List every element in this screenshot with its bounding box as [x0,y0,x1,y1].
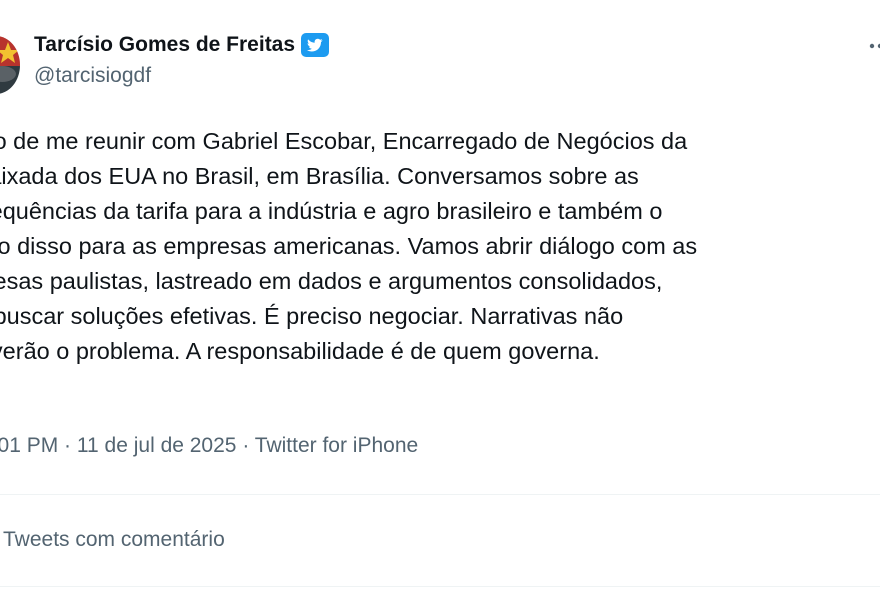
tweet-text-line: resolverão o problema. A responsabilidad… [0,338,600,364]
tweet-date[interactable]: 11 de jul de 2025 [77,434,237,457]
tweet-view: Tarcísio Gomes de Freitas @tarcisiogdf A… [0,0,880,592]
tweet-metadata: 2:01 PM · 11 de jul de 2025 · Twitter fo… [0,434,418,458]
more-options-icon[interactable] [868,34,880,58]
tweet-time[interactable]: 2:01 PM [0,434,58,457]
author-name-row: Tarcísio Gomes de Freitas [34,30,330,60]
tweet-text-line: empresas paulistas, lastreado em dados e… [0,268,663,294]
author-block: Tarcísio Gomes de Freitas @tarcisiogdf [34,30,330,88]
avatar[interactable] [0,36,20,94]
tweet-text-line: para buscar soluções efetivas. É preciso… [0,303,624,329]
tweet-text-line: reflexo disso para as empresas americana… [0,233,698,259]
tweet-text-line: consequências da tarifa para a indústria… [0,198,663,224]
author-handle[interactable]: @tarcisiogdf [34,64,329,88]
author-display-name[interactable]: Tarcísio Gomes de Freitas [34,33,295,57]
avatar-image [0,36,20,94]
tweet-source[interactable]: Twitter for iPhone [255,434,418,457]
tweet-text: Acabo de me reunir com Gabriel Escobar, … [0,124,880,369]
divider [0,494,880,495]
tweet-text-line: Embaixada dos EUA no Brasil, em Brasília… [0,163,639,189]
meta-separator: · [236,434,255,457]
meta-separator: · [58,434,77,457]
quote-tweets-link[interactable]: Tweets com comentário [3,528,225,552]
divider [0,586,880,587]
twitter-bird-verified-icon[interactable] [301,33,330,57]
tweet-text-line: Acabo de me reunir com Gabriel Escobar, … [0,128,688,154]
